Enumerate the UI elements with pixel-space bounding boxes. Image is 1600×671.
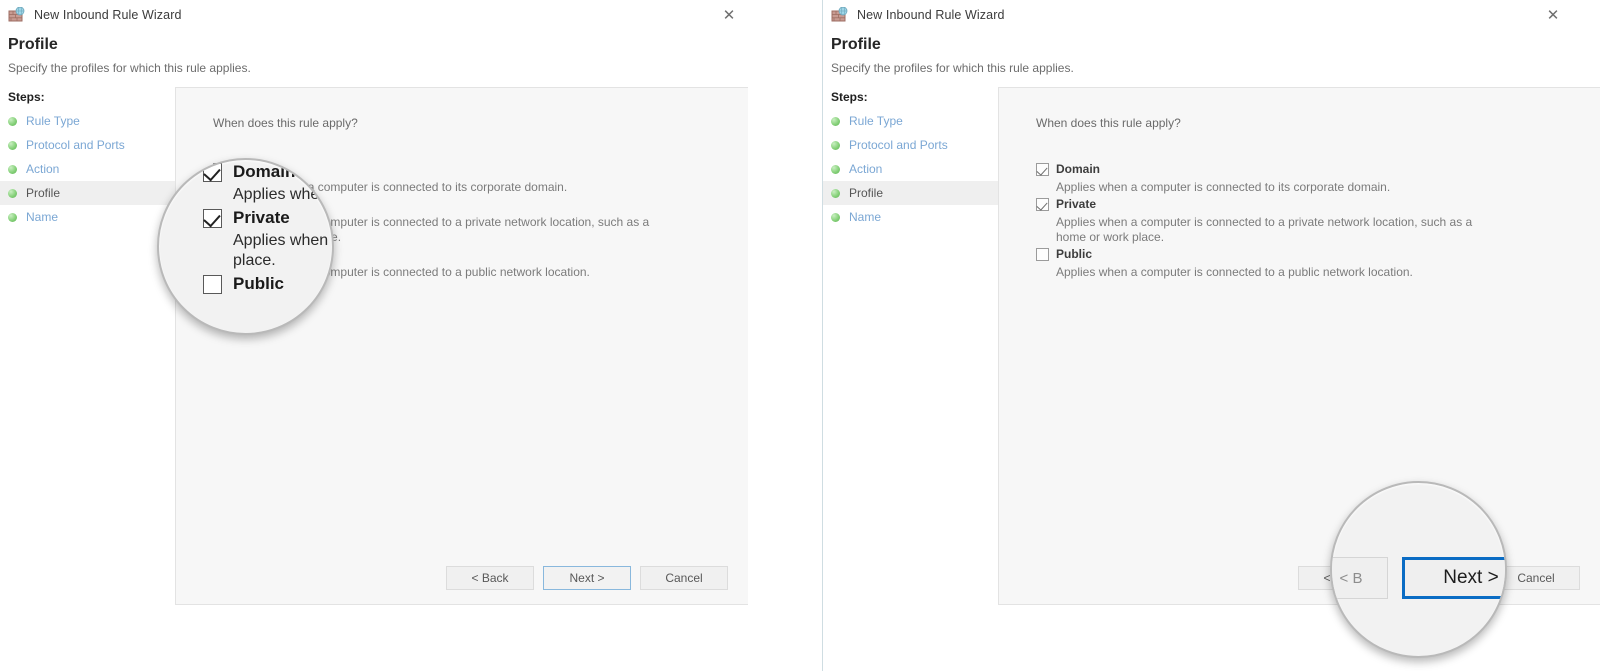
checkbox-public[interactable] (1036, 248, 1049, 261)
sidebar-item-profile[interactable]: Profile (0, 181, 175, 205)
profile-description: Applies when a computer is connected to … (1056, 215, 1496, 245)
step-label: Name (26, 210, 58, 224)
profile-description: Applies when a or work place. (233, 231, 334, 271)
screenshot-stage: New Inbound Rule Wizard ✕ Profile Specif… (0, 0, 1600, 671)
back-button[interactable]: < B (1330, 557, 1388, 599)
question-text: When does this rule apply? (999, 88, 1600, 130)
sidebar-item-action[interactable]: Action (0, 157, 175, 181)
sidebar-item-protocol-and-ports[interactable]: Protocol and Ports (0, 133, 175, 157)
profile-checkboxes-magnifier: Domain Applies when Private Applies when… (157, 158, 334, 335)
step-bullet-icon (831, 189, 840, 198)
step-bullet-icon (831, 165, 840, 174)
magnifier-content: < B Next > ancel (1332, 483, 1505, 656)
step-label: Action (849, 162, 882, 176)
checkbox-domain[interactable] (203, 163, 222, 182)
steps-label: Steps: (823, 87, 998, 109)
content-pane-right: When does this rule apply? Domain Applie… (998, 87, 1600, 605)
magnifier-content: Domain Applies when Private Applies when… (159, 160, 332, 333)
profile-label: Private (233, 208, 290, 228)
step-bullet-icon (831, 117, 840, 126)
profile-label: Public (1056, 247, 1092, 261)
firewall-rule-icon (8, 7, 26, 23)
sidebar-item-rule-type[interactable]: Rule Type (823, 109, 998, 133)
wizard-window-left: New Inbound Rule Wizard ✕ Profile Specif… (0, 0, 800, 610)
steps-label: Steps: (0, 87, 175, 109)
page-title: Profile (823, 30, 1600, 54)
step-bullet-icon (8, 213, 17, 222)
steps-pane-left: Steps: Rule Type Protocol and Ports Acti… (0, 87, 175, 605)
profile-label: Domain (233, 162, 295, 182)
step-bullet-icon (8, 189, 17, 198)
step-label: Protocol and Ports (849, 138, 948, 152)
profile-row-private: Private Applies when a computer is conne… (1036, 197, 1600, 245)
close-icon[interactable]: ✕ (714, 4, 744, 26)
step-label: Action (26, 162, 59, 176)
page-title: Profile (0, 30, 800, 54)
profile-label: Private (1056, 197, 1096, 211)
next-button[interactable]: Next > (1402, 557, 1507, 599)
magnified-footer-buttons: < B Next > ancel (1330, 557, 1507, 599)
sidebar-item-profile[interactable]: Profile (823, 181, 998, 205)
checkbox-private[interactable] (203, 209, 222, 228)
step-label: Profile (849, 186, 883, 200)
step-label: Protocol and Ports (26, 138, 125, 152)
step-bullet-icon (831, 213, 840, 222)
next-button[interactable]: Next > (543, 566, 631, 590)
back-button[interactable]: < Back (446, 566, 534, 590)
step-bullet-icon (8, 117, 17, 126)
titlebar-right: New Inbound Rule Wizard ✕ (823, 0, 1600, 30)
profile-description: Applies when a computer is connected to … (1056, 180, 1496, 195)
profile-label: Public (233, 274, 284, 294)
window-title: New Inbound Rule Wizard (857, 8, 1005, 22)
profile-description: Applies when a computer is connected to … (1056, 265, 1496, 280)
window-title: New Inbound Rule Wizard (34, 8, 182, 22)
magnified-profile-group: Domain Applies when Private Applies when… (203, 162, 334, 297)
step-bullet-icon (8, 141, 17, 150)
checkbox-domain[interactable] (1036, 163, 1049, 176)
wizard-body-left: Steps: Rule Type Protocol and Ports Acti… (0, 87, 800, 605)
page-subtitle: Specify the profiles for which this rule… (0, 54, 800, 75)
step-label: Profile (26, 186, 60, 200)
step-label: Name (849, 210, 881, 224)
cancel-button[interactable]: Cancel (640, 566, 728, 590)
sidebar-item-action[interactable]: Action (823, 157, 998, 181)
sidebar-item-rule-type[interactable]: Rule Type (0, 109, 175, 133)
magnified-profile-public: Public (203, 274, 334, 294)
question-text: When does this rule apply? (176, 88, 748, 130)
firewall-rule-icon (831, 7, 849, 23)
magnified-profile-private: Private Applies when a or work place. (203, 208, 334, 271)
step-label: Rule Type (26, 114, 80, 128)
profile-label: Domain (1056, 162, 1100, 176)
titlebar-left: New Inbound Rule Wizard ✕ (0, 0, 800, 30)
next-button-magnifier: < B Next > ancel (1330, 481, 1507, 658)
sidebar-item-protocol-and-ports[interactable]: Protocol and Ports (823, 133, 998, 157)
profile-row-domain: Domain Applies when a computer is connec… (1036, 162, 1600, 195)
footer-buttons-left: < Back Next > Cancel (446, 566, 728, 590)
profile-description: Applies when (233, 185, 334, 205)
sidebar-item-name[interactable]: Name (0, 205, 175, 229)
checkbox-private[interactable] (1036, 198, 1049, 211)
step-label: Rule Type (849, 114, 903, 128)
checkbox-public[interactable] (203, 275, 222, 294)
steps-pane-right: Steps: Rule Type Protocol and Ports Acti… (823, 87, 998, 605)
sidebar-item-name[interactable]: Name (823, 205, 998, 229)
profile-checkbox-group-right: Domain Applies when a computer is connec… (999, 130, 1600, 280)
step-bullet-icon (831, 141, 840, 150)
magnified-profile-domain: Domain Applies when (203, 162, 334, 205)
step-bullet-icon (8, 165, 17, 174)
close-icon[interactable]: ✕ (1538, 4, 1568, 26)
profile-row-public: Public Applies when a computer is connec… (1036, 247, 1600, 280)
page-subtitle: Specify the profiles for which this rule… (823, 54, 1600, 75)
